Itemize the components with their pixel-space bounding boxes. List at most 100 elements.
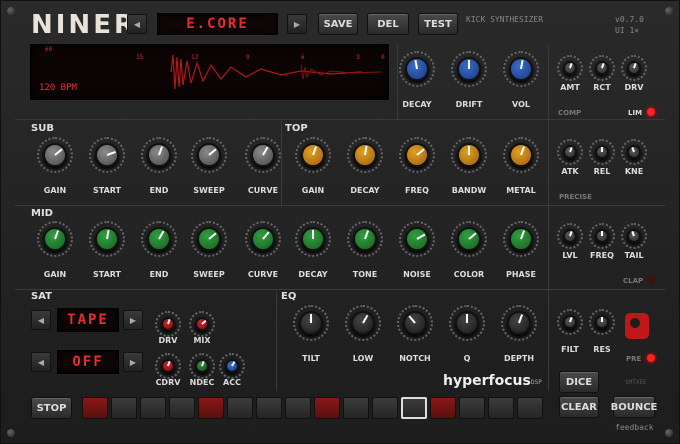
mid-decay-label: DECAY	[298, 270, 328, 279]
sequencer-step[interactable]	[285, 397, 311, 419]
sat-mode-display[interactable]: TAPE	[57, 308, 119, 332]
comp-amt-knob[interactable]	[557, 55, 583, 81]
clap-led[interactable]	[647, 276, 655, 284]
sat-mode-prev-button[interactable]: ◀	[31, 310, 51, 330]
bounce-button[interactable]: BOUNCE	[611, 396, 657, 418]
mid-start-knob[interactable]	[89, 221, 125, 257]
mid-lvl-knob[interactable]	[557, 223, 583, 249]
sequencer-step[interactable]	[343, 397, 369, 419]
top-gain-knob[interactable]	[295, 137, 331, 173]
sub-start-knob[interactable]	[89, 137, 125, 173]
eq-res-knob[interactable]	[589, 309, 615, 335]
top-freq-knob[interactable]	[399, 137, 435, 173]
sub-gain-knob[interactable]	[37, 137, 73, 173]
sat-mix-knob[interactable]	[189, 311, 215, 337]
mid-tail-label: TAIL	[624, 251, 644, 260]
eq-filt-knob[interactable]	[557, 309, 583, 335]
eq-q-knob[interactable]	[449, 305, 485, 341]
top-metal-knob[interactable]	[503, 137, 539, 173]
mid-phase-knob[interactable]	[503, 221, 539, 257]
scope-tick-label: 12	[191, 54, 199, 61]
save-button[interactable]: SAVE	[318, 13, 358, 35]
next-preset-button[interactable]: ▶	[287, 14, 307, 34]
sat-mode-next-button[interactable]: ▶	[123, 310, 143, 330]
mid-end-knob[interactable]	[141, 221, 177, 257]
divider	[548, 45, 549, 390]
sequencer-step[interactable]	[227, 397, 253, 419]
sequencer-step[interactable]	[459, 397, 485, 419]
sat-mode2-prev-button[interactable]: ◀	[31, 352, 51, 372]
top-atk-knob[interactable]	[557, 139, 583, 165]
sequencer-step[interactable]	[517, 397, 543, 419]
mid-decay-knob[interactable]	[295, 221, 331, 257]
plugin-window: NINER ◀ E.CORE ▶ SAVE DEL TEST KICK SYNT…	[0, 0, 680, 444]
sequencer-step[interactable]	[314, 397, 340, 419]
sequencer-step[interactable]	[372, 397, 398, 419]
mid-color-knob[interactable]	[451, 221, 487, 257]
feedback-link[interactable]: feedback	[615, 423, 654, 432]
dice-button[interactable]: DICE	[559, 371, 599, 393]
ui-scale-button[interactable]: UI 1×	[615, 26, 639, 35]
preset-display[interactable]: E.CORE	[157, 13, 278, 35]
mid-tone-knob[interactable]	[347, 221, 383, 257]
sequencer-step[interactable]	[169, 397, 195, 419]
sequencer-step[interactable]	[140, 397, 166, 419]
sat-ndec-knob[interactable]	[189, 353, 215, 379]
comp-drv-label: DRV	[624, 83, 644, 92]
sub-sweep-knob[interactable]	[191, 137, 227, 173]
sat-cdrv-knob[interactable]	[155, 353, 181, 379]
sequencer-step[interactable]	[256, 397, 282, 419]
comp-rct-knob[interactable]	[589, 55, 615, 81]
eq-tilt-knob[interactable]	[293, 305, 329, 341]
clear-button[interactable]: CLEAR	[559, 396, 599, 418]
sequencer-step[interactable]	[198, 397, 224, 419]
eq-low-knob[interactable]	[345, 305, 381, 341]
divider	[15, 289, 665, 290]
top-decay-knob[interactable]	[399, 51, 435, 87]
top-decay-label: DECAY	[402, 100, 432, 109]
sequencer-step[interactable]	[82, 397, 108, 419]
delete-button[interactable]: DEL	[367, 13, 409, 35]
sat-mode2-next-button[interactable]: ▶	[123, 352, 143, 372]
precise-label: PRECISE	[559, 193, 592, 201]
top-title: TOP	[285, 123, 308, 134]
mid-freq-knob[interactable]	[589, 223, 615, 249]
sat-acc-knob[interactable]	[219, 353, 245, 379]
top-decay-knob[interactable]	[347, 137, 383, 173]
eq-notch-knob[interactable]	[397, 305, 433, 341]
lim-led[interactable]	[647, 108, 655, 116]
test-button[interactable]: TEST	[418, 13, 458, 35]
sequencer-step[interactable]	[488, 397, 514, 419]
sequencer-step[interactable]	[111, 397, 137, 419]
sequencer-step[interactable]	[430, 397, 456, 419]
scope-tick-label: 15	[136, 54, 144, 61]
pre-led[interactable]	[647, 354, 655, 362]
sub-curve-knob[interactable]	[245, 137, 281, 173]
top-rel-knob[interactable]	[589, 139, 615, 165]
stop-button[interactable]: STOP	[31, 397, 72, 419]
sat-drv-knob[interactable]	[155, 311, 181, 337]
lim-label: LIM	[628, 109, 643, 117]
mid-gain-knob[interactable]	[37, 221, 73, 257]
top-vol-knob[interactable]	[503, 51, 539, 87]
eq-depth-knob[interactable]	[501, 305, 537, 341]
mid-noise-knob[interactable]	[399, 221, 435, 257]
top-kne-knob[interactable]	[621, 139, 647, 165]
top-drift-knob[interactable]	[451, 51, 487, 87]
screw	[665, 7, 673, 15]
mid-sweep-knob[interactable]	[191, 221, 227, 257]
mid-curve-knob[interactable]	[245, 221, 281, 257]
comp-drv-knob[interactable]	[621, 55, 647, 81]
brand-suffix: DSP	[531, 379, 542, 386]
app-logo: NINER	[31, 10, 137, 40]
sub-end-knob[interactable]	[141, 137, 177, 173]
sat-title: SAT	[31, 291, 52, 302]
sat-mode2-display[interactable]: OFF	[57, 350, 119, 374]
sat-acc-label: ACC	[223, 378, 241, 387]
mid-tail-knob[interactable]	[621, 223, 647, 249]
sequencer-step[interactable]	[401, 397, 427, 419]
top-bandw-knob[interactable]	[451, 137, 487, 173]
eq-depth-label: DEPTH	[503, 354, 535, 363]
prev-preset-button[interactable]: ◀	[127, 14, 147, 34]
sub-gain-label: GAIN	[43, 186, 67, 195]
